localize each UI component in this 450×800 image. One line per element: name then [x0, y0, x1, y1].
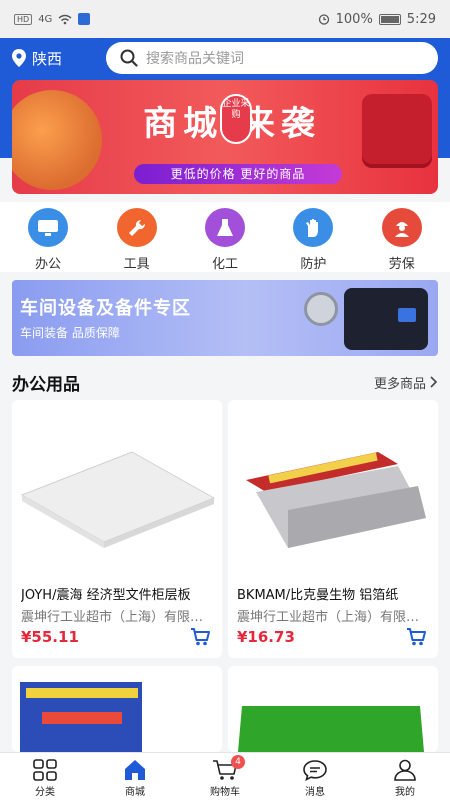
shop-name: 震坤行工业超市（上海）有限公司	[237, 610, 427, 625]
tab-mall[interactable]: 商城	[95, 753, 175, 800]
category-label: 防护	[300, 257, 327, 272]
tab-cart[interactable]: 4 购物车	[185, 753, 265, 800]
product-price: ¥16.73	[237, 628, 295, 646]
signal-icon: 4G	[38, 13, 53, 25]
location-selector[interactable]: 陕西	[12, 48, 62, 68]
more-products-label: 更多商品	[373, 376, 426, 392]
clock-time: 5:29	[406, 11, 436, 27]
status-bar: HD 4G 100% 5:29	[0, 0, 450, 38]
search-input[interactable]: 搜索商品关键词	[106, 42, 438, 74]
product-price: ¥55.11	[21, 628, 79, 646]
search-placeholder: 搜索商品关键词	[146, 51, 244, 67]
section-title: 办公用品	[12, 374, 80, 395]
category-label: 办公	[35, 257, 62, 272]
tab-label: 消息	[305, 787, 325, 798]
workshop-title: 车间设备及备件专区	[20, 298, 191, 319]
category-label: 工具	[123, 257, 150, 272]
hd-indicator: HD	[14, 13, 33, 25]
wifi-icon	[58, 14, 72, 24]
monitor-icon	[28, 208, 69, 247]
product-card[interactable]	[12, 666, 222, 752]
category-label: 劳保	[388, 257, 415, 272]
banner-subtitle: 更低的价格 更好的商品	[134, 164, 342, 184]
product-image	[12, 666, 222, 752]
tab-profile[interactable]: 我的	[365, 753, 445, 800]
add-to-cart-icon[interactable]	[406, 628, 426, 646]
location-pin-icon	[12, 49, 26, 67]
tools-decoration	[12, 90, 102, 190]
worker-icon	[381, 208, 422, 247]
tab-label: 分类	[35, 787, 55, 798]
category-chemical[interactable]: 化工	[190, 202, 260, 272]
workshop-subtitle: 车间装备 品质保障	[20, 326, 120, 340]
product-name: JOYH/震海 经济型文件柜层板	[21, 588, 191, 603]
tab-messages[interactable]: 消息	[275, 753, 355, 800]
more-products-link[interactable]: 更多商品	[374, 373, 438, 392]
alarm-icon	[318, 14, 329, 25]
user-icon	[394, 759, 416, 781]
glove-icon	[293, 208, 334, 247]
product-card[interactable]: JOYH/震海 经济型文件柜层板 震坤行工业超市（上海）有限公司 ¥55.11	[12, 400, 222, 658]
category-protection[interactable]: 防护	[278, 202, 348, 272]
app-notification-icon	[78, 13, 91, 25]
category-label: 化工	[211, 257, 238, 272]
tab-category[interactable]: 分类	[5, 753, 85, 800]
product-image	[228, 666, 438, 752]
gas-detector-image	[304, 292, 338, 326]
bottom-tab-bar: 分类 商城 4 购物车 消息 我的	[0, 752, 450, 800]
product-card[interactable]: BKMAM/比克曼生物 铝箔纸 震坤行工业超市（上海）有限公司 ¥16.73	[228, 400, 438, 658]
toolbox-decoration	[362, 94, 432, 164]
message-icon	[303, 760, 327, 781]
product-image	[228, 400, 438, 570]
location-label: 陕西	[32, 49, 63, 68]
grid-icon	[33, 759, 57, 781]
workshop-banner[interactable]: 车间设备及备件专区 车间装备 品质保障	[12, 280, 438, 356]
search-icon	[120, 49, 138, 67]
product-name: BKMAM/比克曼生物 铝箔纸	[237, 588, 399, 603]
shop-name: 震坤行工业超市（上海）有限公司	[21, 610, 211, 625]
add-to-cart-icon[interactable]	[190, 628, 210, 646]
tab-label: 商城	[125, 787, 145, 798]
office-supplies-header: 办公用品 更多商品	[12, 370, 438, 395]
product-image	[12, 400, 222, 570]
wrench-icon	[116, 208, 157, 247]
battery-percent: 100%	[335, 11, 373, 27]
promo-banner[interactable]: 商城 来袭 企业采购 更低的价格 更好的商品	[12, 80, 438, 194]
banner-badge: 企业采购	[220, 94, 252, 144]
battery-icon	[378, 13, 401, 25]
tab-label: 购物车	[210, 787, 240, 798]
generator-image	[344, 288, 428, 350]
chevron-right-icon	[430, 376, 438, 388]
status-left: HD 4G	[14, 13, 91, 25]
cart-count-badge: 4	[231, 755, 245, 769]
category-office[interactable]: 办公	[13, 202, 83, 272]
category-tools[interactable]: 工具	[102, 202, 172, 272]
tab-label: 我的	[395, 787, 415, 798]
category-labor[interactable]: 劳保	[367, 202, 437, 272]
product-card[interactable]	[228, 666, 438, 752]
status-right: 100% 5:29	[318, 12, 436, 27]
category-row: 办公 工具 化工 防护 劳保	[0, 202, 450, 272]
flask-icon	[204, 208, 245, 247]
home-icon	[125, 760, 145, 780]
